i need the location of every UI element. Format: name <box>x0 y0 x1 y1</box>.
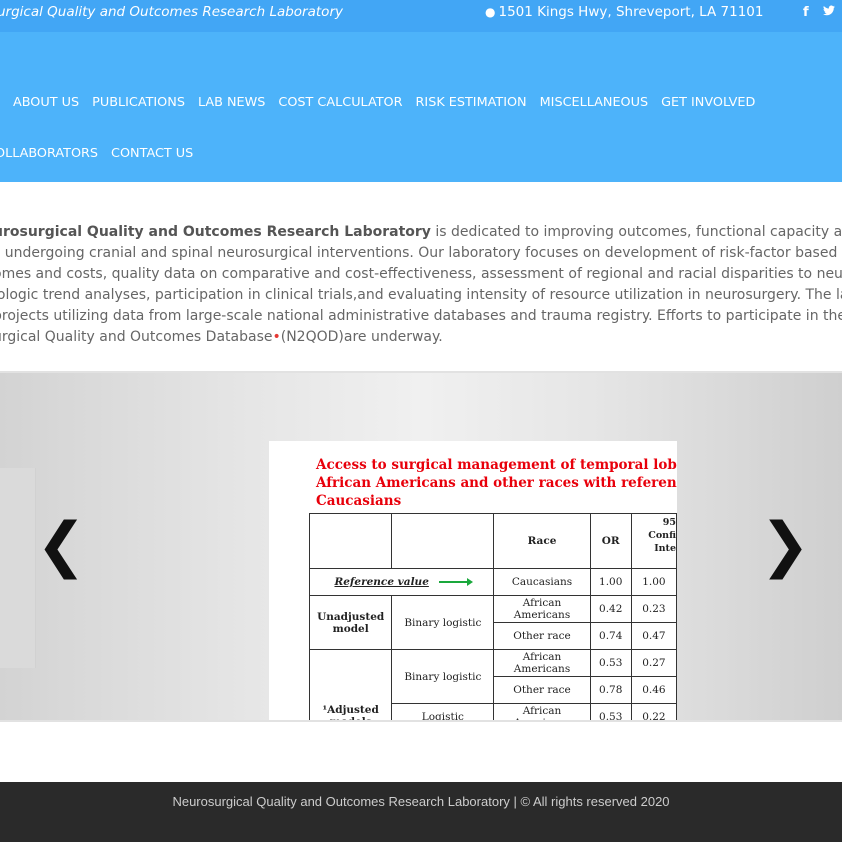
logistic-cell: Logistic <box>391 703 495 720</box>
table-cell-race: Other race <box>493 676 591 704</box>
odds-ratio-table: Race OR 95 Confi Inte Reference value Cauc… <box>308 513 677 720</box>
table-cell-race: African Americans <box>493 703 591 720</box>
nav-get-involved[interactable]: GET INVOLVED <box>661 95 755 110</box>
reference-value-label: Reference value <box>334 576 429 588</box>
previous-slide-peek <box>0 468 36 668</box>
nav-row-2: OLLABORATORS CONTACT US <box>0 146 206 161</box>
table-cell-ci: 0.23 <box>630 595 677 623</box>
unadjusted-model-cell: Unadjusted model <box>308 595 393 650</box>
intro-line-3: omes and costs, quality data on comparat… <box>0 266 842 282</box>
chevron-left-icon[interactable]: ❮ <box>36 515 86 575</box>
table-cell-or: 0.78 <box>589 676 632 704</box>
intro-line-6-b: (N2QOD)are underway. <box>280 329 443 345</box>
ci-line-3: Inte <box>654 543 676 554</box>
table-header-ci: 95 Confi Inte <box>630 513 677 569</box>
map-pin-icon: ● <box>485 5 496 19</box>
table-cell-ci: 0.47 <box>630 622 677 650</box>
table-cell-or: 0.53 <box>589 703 632 720</box>
red-dot-icon: • <box>272 329 281 345</box>
nav-lab-news[interactable]: LAB NEWS <box>198 95 265 110</box>
intro-line-1-text: is dedicated to improving outcomes, func… <box>435 224 842 240</box>
reference-value-cell: Reference value <box>308 568 495 596</box>
address-label: 1501 Kings Hwy, Shreveport, LA 71101 <box>498 4 764 20</box>
twitter-icon[interactable] <box>823 5 835 20</box>
slide-title-line-2: African Americans and other races with r… <box>316 475 677 491</box>
table-header-row: Race OR 95 Confi Inte <box>308 513 677 569</box>
table-cell <box>391 513 495 569</box>
slide-image: Access to surgical management of tempora… <box>269 441 677 720</box>
intro-line-6-a: urgical Quality and Outcomes Database <box>0 329 273 345</box>
ci-line-2: Confi <box>648 530 676 541</box>
table-cell-race: African Americans <box>493 649 591 677</box>
nav-publications[interactable]: PUBLICATIONS <box>92 95 185 110</box>
slide-title-line-3: Caucasians <box>316 493 402 509</box>
adjusted-models-cell: ¹Adjusted models <box>308 649 393 720</box>
table-row: ¹Adjusted models Binary logistic African… <box>308 649 677 720</box>
table-cell-ci: 0.27 <box>630 649 677 677</box>
table-row: Unadjusted model Binary logistic African… <box>308 595 677 650</box>
intro-line-2: s undergoing cranial and spinal neurosur… <box>0 245 842 261</box>
intro-paragraph: urosurgical Quality and Outcomes Researc… <box>0 222 842 348</box>
nav-row-1: ABOUT US PUBLICATIONS LAB NEWS COST CALCULA… <box>13 95 768 110</box>
table-cell <box>308 513 393 569</box>
table-row: Reference value Caucasians 1.00 1.00 <box>308 568 677 596</box>
site-footer: Neurosurgical Quality and Outcomes Resea… <box>0 782 842 842</box>
main-navigation: ABOUT US PUBLICATIONS LAB NEWS COST CALCULA… <box>0 32 842 182</box>
twitter-bird-shape <box>823 5 835 16</box>
table-cell-or: 0.42 <box>589 595 632 623</box>
facebook-icon[interactable]: f <box>803 5 809 20</box>
binary-logistic-cell: Binary logistic <box>391 649 495 704</box>
nav-collaborators[interactable]: OLLABORATORS <box>0 146 98 161</box>
slide-title-line-1: Access to surgical management of tempora… <box>316 457 677 473</box>
nav-cost-calculator[interactable]: COST CALCULATOR <box>278 95 402 110</box>
intro-line-5: projects utilizing data from large-scale… <box>0 308 842 324</box>
lab-name: urosurgical Quality and Outcomes Researc… <box>0 224 431 240</box>
table-cell-or: 0.53 <box>589 649 632 677</box>
slide-title: Access to surgical management of tempora… <box>316 456 677 510</box>
copyright-text: Neurosurgical Quality and Outcomes Resea… <box>172 794 670 809</box>
table-cell-or: 0.74 <box>589 622 632 650</box>
address-text: ● 1501 Kings Hwy, Shreveport, LA 71101 <box>485 4 764 20</box>
top-info-bar: urgical Quality and Outcomes Research La… <box>0 0 842 32</box>
table-cell-ci: 0.46 <box>630 676 677 704</box>
nav-miscellaneous[interactable]: MISCELLANEOUS <box>540 95 649 110</box>
intro-line-4: iologic trend analyses, participation in… <box>0 287 842 303</box>
table-cell-ci: 1.00 <box>630 568 677 596</box>
table-cell-race: African Americans <box>493 595 591 623</box>
table-header-or: OR <box>589 513 632 569</box>
image-slider: ❮ ❯ Access to surgical management of tem… <box>0 371 842 722</box>
ci-line-1: 95 <box>662 517 676 528</box>
table-cell-race: Other race <box>493 622 591 650</box>
chevron-right-icon[interactable]: ❯ <box>760 515 810 575</box>
binary-logistic-cell: Binary logistic <box>391 595 495 650</box>
table-header-race: Race <box>493 513 591 569</box>
site-tagline: urgical Quality and Outcomes Research La… <box>0 4 343 20</box>
green-arrow-icon <box>438 578 473 586</box>
nav-risk-estimation[interactable]: RISK ESTIMATION <box>416 95 527 110</box>
intro-line-6: urgical Quality and Outcomes Database•(N… <box>0 327 842 348</box>
nav-about-us[interactable]: ABOUT US <box>13 95 79 110</box>
nav-contact-us[interactable]: CONTACT US <box>111 146 193 161</box>
table-cell-ci: 0.22 <box>630 703 677 720</box>
intro-line-1: urosurgical Quality and Outcomes Researc… <box>0 222 842 243</box>
table-cell-or: 1.00 <box>589 568 632 596</box>
table-cell-race: Caucasians <box>493 568 591 596</box>
